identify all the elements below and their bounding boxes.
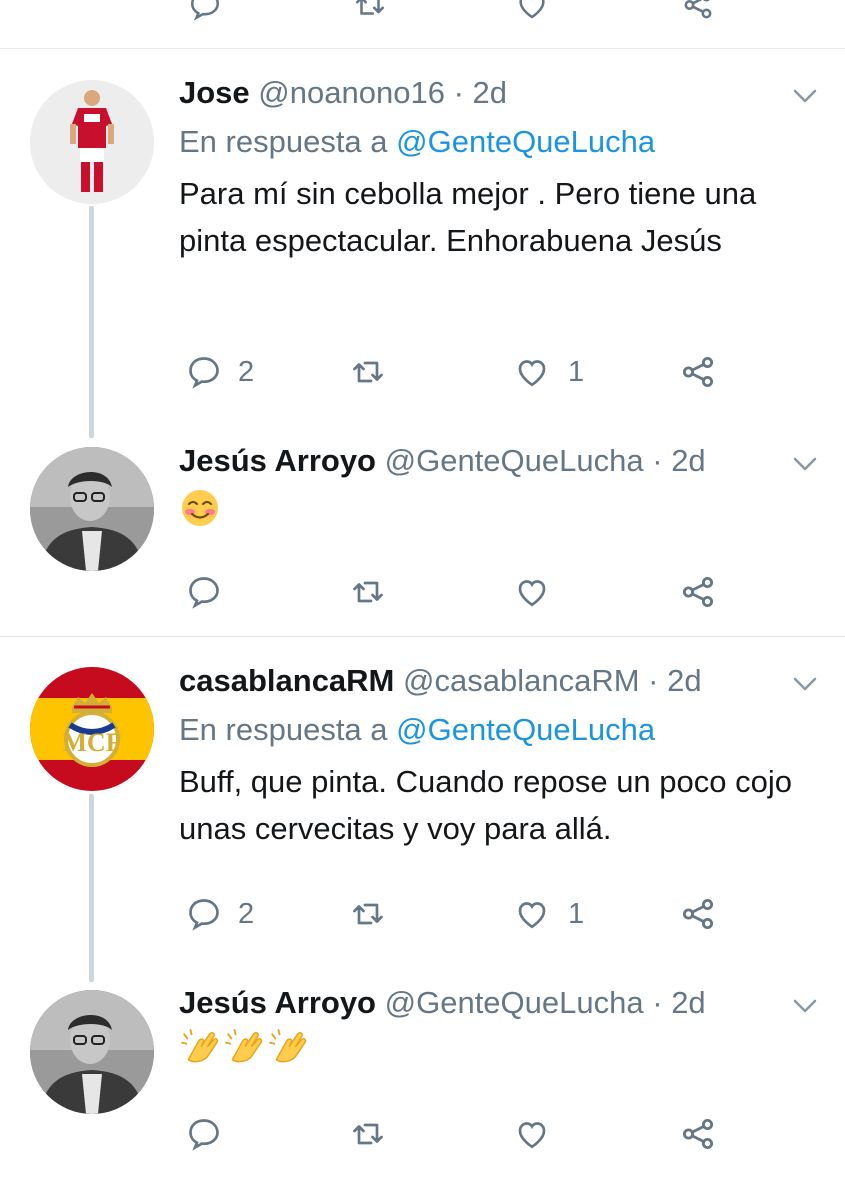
chevron-down-icon[interactable] bbox=[790, 996, 820, 1016]
man-avatar-image bbox=[30, 447, 154, 571]
tweet-header: casablancaRM @casablancaRM · 2d bbox=[179, 662, 702, 700]
user-handle[interactable]: @GenteQueLucha bbox=[385, 443, 644, 478]
retweet-button[interactable] bbox=[348, 352, 388, 392]
timestamp[interactable]: 2d bbox=[667, 663, 701, 698]
avatar[interactable] bbox=[30, 447, 154, 571]
retweet-icon bbox=[353, 1123, 383, 1145]
reply-button[interactable]: 2 bbox=[186, 352, 254, 392]
tweet-header: Jesús Arroyo @GenteQueLucha · 2d bbox=[179, 984, 706, 1022]
svg-text:MCF: MCF bbox=[62, 728, 121, 757]
reply-context: En respuesta a @GenteQueLucha bbox=[179, 123, 655, 161]
timestamp[interactable]: 2d bbox=[671, 443, 705, 478]
retweet-button[interactable] bbox=[348, 572, 388, 612]
tweet-header: Jose @noanono16 · 2d bbox=[179, 74, 507, 112]
timestamp[interactable]: 2d bbox=[473, 75, 507, 110]
like-button[interactable] bbox=[512, 572, 552, 612]
reply-handle-link[interactable]: @GenteQueLucha bbox=[396, 712, 655, 747]
share-button[interactable] bbox=[678, 894, 718, 934]
user-handle[interactable]: @GenteQueLucha bbox=[385, 985, 644, 1020]
chevron-down-icon[interactable] bbox=[790, 86, 820, 106]
retweet-button[interactable] bbox=[348, 1114, 388, 1154]
reply-icon[interactable] bbox=[188, 0, 222, 22]
separator: · bbox=[652, 443, 663, 478]
user-name[interactable]: Jesús Arroyo bbox=[179, 985, 376, 1020]
share-button[interactable] bbox=[678, 1114, 718, 1154]
reply-button[interactable] bbox=[186, 1114, 222, 1154]
retweet-icon bbox=[353, 903, 383, 925]
user-handle[interactable]: @casablancaRM bbox=[403, 663, 640, 698]
tweet-text: Para mí sin cebolla mejor . Pero tiene u… bbox=[179, 176, 757, 258]
share-icon bbox=[682, 1118, 714, 1150]
chevron-down-icon[interactable] bbox=[790, 454, 820, 474]
like-icon bbox=[518, 1122, 546, 1149]
like-button[interactable] bbox=[512, 1114, 552, 1154]
separator: · bbox=[648, 663, 659, 698]
like-icon bbox=[518, 902, 546, 929]
reply-handle-link[interactable]: @GenteQueLucha bbox=[396, 124, 655, 159]
reply-button[interactable]: 2 bbox=[186, 894, 254, 934]
like-button[interactable]: 1 bbox=[512, 352, 584, 392]
clapping-hands-emoji-group bbox=[180, 1028, 310, 1070]
reply-icon bbox=[189, 1119, 219, 1151]
retweet-button[interactable] bbox=[348, 894, 388, 934]
avatar[interactable] bbox=[30, 990, 154, 1114]
tweet-text: Buff, que pinta. Cuando repose un poco c… bbox=[179, 764, 792, 846]
reply-prefix: En respuesta a bbox=[179, 124, 388, 159]
reply-count: 2 bbox=[238, 355, 255, 388]
share-button[interactable] bbox=[678, 352, 718, 392]
reply-context: En respuesta a @GenteQueLucha bbox=[179, 711, 655, 749]
previous-tweet-actions bbox=[0, 0, 845, 49]
separator: · bbox=[453, 75, 464, 110]
reply-button[interactable] bbox=[186, 572, 222, 612]
clapping-hands-icon bbox=[269, 1029, 307, 1063]
timestamp[interactable]: 2d bbox=[671, 985, 705, 1020]
clapping-hands-icon bbox=[225, 1029, 263, 1063]
like-icon bbox=[518, 580, 546, 607]
share-icon[interactable] bbox=[680, 0, 716, 22]
footballer-avatar-image bbox=[30, 80, 154, 204]
like-count: 1 bbox=[568, 355, 585, 388]
reply-icon bbox=[189, 899, 219, 931]
share-icon bbox=[682, 576, 714, 608]
retweet-icon bbox=[353, 581, 383, 603]
like-button[interactable]: 1 bbox=[512, 894, 584, 934]
chevron-down-icon[interactable] bbox=[790, 674, 820, 694]
reply-icon bbox=[189, 357, 219, 389]
man-avatar-image bbox=[30, 990, 154, 1114]
smiling-face-emoji-icon bbox=[182, 490, 218, 526]
share-button[interactable] bbox=[678, 572, 718, 612]
avatar[interactable] bbox=[30, 80, 154, 204]
retweet-icon bbox=[353, 361, 383, 383]
thread-connector bbox=[89, 206, 94, 438]
clapping-hands-icon bbox=[181, 1029, 219, 1063]
user-name[interactable]: Jose bbox=[179, 75, 250, 110]
user-name[interactable]: casablancaRM bbox=[179, 663, 394, 698]
reply-prefix: En respuesta a bbox=[179, 712, 388, 747]
share-icon bbox=[682, 356, 714, 388]
real-madrid-crest-avatar-image: MCF bbox=[30, 667, 154, 791]
conversation-divider bbox=[0, 636, 845, 637]
thread-connector bbox=[89, 794, 94, 982]
user-name[interactable]: Jesús Arroyo bbox=[179, 443, 376, 478]
avatar[interactable]: MCF bbox=[30, 667, 154, 791]
retweet-icon[interactable] bbox=[352, 0, 388, 22]
like-icon bbox=[518, 360, 546, 387]
tweet-header: Jesús Arroyo @GenteQueLucha · 2d bbox=[179, 442, 706, 480]
user-handle[interactable]: @noanono16 bbox=[258, 75, 445, 110]
reply-count: 2 bbox=[238, 897, 255, 930]
like-icon[interactable] bbox=[514, 0, 550, 22]
reply-icon bbox=[189, 577, 219, 609]
separator: · bbox=[652, 985, 663, 1020]
share-icon bbox=[682, 898, 714, 930]
like-count: 1 bbox=[568, 897, 585, 930]
